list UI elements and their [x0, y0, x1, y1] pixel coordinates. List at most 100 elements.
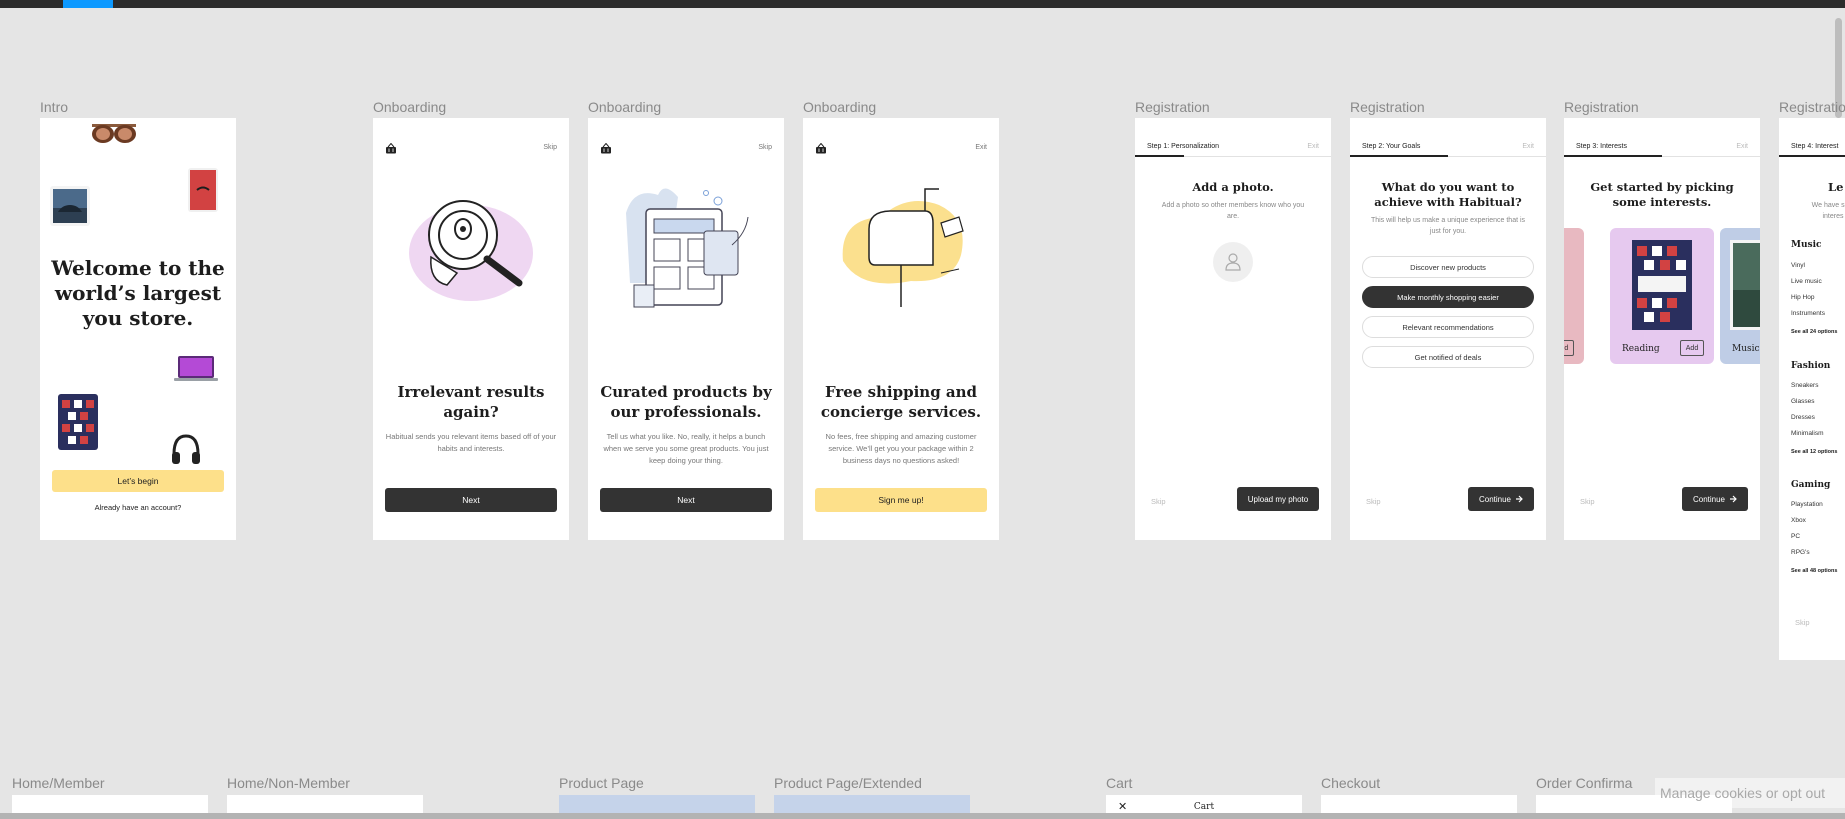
continue-button[interactable]: Continue — [1682, 487, 1748, 511]
frame-onboarding-1[interactable]: Skip Irrelevant results again? Habitual … — [373, 118, 569, 540]
frame-onboarding-3[interactable]: Exit Free shipping and concierge service… — [803, 118, 999, 540]
exit-link[interactable]: Exit — [1736, 143, 1748, 150]
frame-intro[interactable]: Welcome to the world’s largest you store… — [40, 118, 236, 540]
sunglasses-image — [92, 124, 136, 143]
category-item[interactable]: RPG's — [1791, 549, 1810, 556]
headphones-image — [172, 434, 200, 464]
registration-title: What do you want to achieve with Habitua… — [1374, 180, 1522, 209]
magnifier-illustration — [409, 200, 533, 301]
step-label: Step 4: Interest — [1791, 143, 1839, 150]
patterned-book-image — [58, 394, 98, 450]
skip-link[interactable]: Skip — [1366, 497, 1381, 506]
category-item[interactable]: Vinyl — [1791, 262, 1805, 269]
skip-link[interactable]: Skip — [1151, 497, 1166, 506]
frame-label-registration-4[interactable]: Registration — [1779, 99, 1845, 115]
toolbar — [0, 0, 1845, 8]
category-item[interactable]: Instruments — [1791, 310, 1825, 317]
see-all-link[interactable]: See all 12 options — [1791, 449, 1837, 455]
category-item[interactable]: Live music — [1791, 278, 1822, 285]
manage-cookies-label: Manage cookies or opt out — [1660, 785, 1825, 801]
continue-button[interactable]: Continue — [1468, 487, 1534, 511]
registration-subtitle: This will help us make a unique experien… — [1370, 217, 1526, 235]
add-photo-avatar[interactable] — [1213, 242, 1253, 282]
category-heading: Gaming — [1791, 480, 1831, 490]
laptop-image — [174, 356, 218, 381]
shopping-basket-icon — [601, 143, 611, 154]
frame-label-home-non-member[interactable]: Home/Non-Member — [227, 775, 350, 791]
upload-photo-button[interactable]: Upload my photo — [1237, 487, 1319, 511]
skip-link[interactable]: Skip — [1795, 618, 1810, 627]
interest-card-music[interactable]: Music — [1720, 228, 1760, 364]
frame-label-cart[interactable]: Cart — [1106, 775, 1132, 791]
category-heading: Music — [1791, 240, 1822, 250]
exit-link[interactable]: Exit — [1307, 143, 1319, 150]
skip-link[interactable]: Skip — [543, 144, 557, 151]
onboarding-title: Curated products by our professionals. — [600, 383, 772, 421]
category-item[interactable]: Hip Hop — [1791, 294, 1814, 301]
onboarding-body: Habitual sends you relevant items based … — [385, 432, 557, 453]
interest-name: Music — [1732, 344, 1760, 354]
user-placeholder-icon — [1225, 253, 1241, 271]
registration-subtitle: Add a photo so other members know who yo… — [1161, 202, 1305, 220]
step-progress — [1779, 155, 1845, 157]
frame-label-registration-3[interactable]: Registration — [1564, 99, 1639, 115]
skip-link[interactable]: Skip — [1580, 497, 1595, 506]
step-label: Step 2: Your Goals — [1362, 143, 1421, 150]
frame-label-home-member[interactable]: Home/Member — [12, 775, 105, 791]
exit-link[interactable]: Exit — [975, 144, 987, 151]
active-tab-indicator[interactable] — [63, 0, 113, 8]
category-item[interactable]: PC — [1791, 533, 1800, 540]
frame-label-product-page[interactable]: Product Page — [559, 775, 644, 791]
already-have-account-link[interactable]: Already have an account? — [40, 503, 236, 512]
interest-card[interactable]: Add — [1564, 228, 1584, 364]
next-button[interactable]: Next — [600, 488, 772, 512]
frame-label-order-confirmation[interactable]: Order Confirma — [1536, 775, 1632, 791]
goal-option-selected[interactable]: Make monthly shopping easier — [1362, 286, 1534, 308]
skip-link[interactable]: Skip — [758, 144, 772, 151]
add-interest-button[interactable]: Add — [1680, 340, 1704, 356]
category-heading: Fashion — [1791, 361, 1831, 371]
step-progress — [1350, 155, 1448, 157]
frame-label-onboarding-3[interactable]: Onboarding — [803, 99, 876, 115]
frame-label-product-page-extended[interactable]: Product Page/Extended — [774, 775, 922, 791]
manage-cookies-button[interactable]: Manage cookies or opt out — [1655, 778, 1845, 808]
frame-registration-3[interactable]: Step 3: Interests Exit Get started by pi… — [1564, 118, 1760, 540]
goal-option[interactable]: Get notified of deals — [1362, 346, 1534, 368]
category-item[interactable]: Minimalism — [1791, 430, 1824, 437]
interest-card-reading[interactable]: Reading Add — [1610, 228, 1714, 364]
goal-option[interactable]: Relevant recommendations — [1362, 316, 1534, 338]
see-all-link[interactable]: See all 48 options — [1791, 568, 1837, 574]
frame-label-checkout[interactable]: Checkout — [1321, 775, 1380, 791]
frame-label-registration-1[interactable]: Registration — [1135, 99, 1210, 115]
frame-registration-4[interactable]: Step 4: Interest Le We have som interes … — [1779, 118, 1845, 660]
onboarding-body: Tell us what you like. No, really, it he… — [603, 432, 769, 465]
step-label: Step 1: Personalization — [1147, 143, 1219, 150]
sign-me-up-button[interactable]: Sign me up! — [815, 488, 987, 512]
onboarding-body: No fees, free shipping and amazing custo… — [825, 432, 977, 465]
frame-registration-2[interactable]: Step 2: Your Goals Exit What do you want… — [1350, 118, 1546, 540]
frame-onboarding-2[interactable]: Skip Curated products by our professiona… — [588, 118, 784, 540]
continue-label: Continue — [1692, 494, 1726, 504]
category-item[interactable]: Playstation — [1791, 501, 1823, 508]
category-item[interactable]: Xbox — [1791, 517, 1806, 524]
horizontal-scrollbar[interactable] — [0, 813, 1845, 819]
frame-registration-1[interactable]: Step 1: Personalization Exit Add a photo… — [1135, 118, 1331, 540]
lets-begin-button[interactable]: Let’s begin — [52, 470, 224, 492]
interest-name: Reading — [1622, 344, 1660, 354]
frame-label-intro[interactable]: Intro — [40, 99, 68, 115]
goal-option[interactable]: Discover new products — [1362, 256, 1534, 278]
frame-label-registration-2[interactable]: Registration — [1350, 99, 1425, 115]
cart-title: Cart — [1193, 802, 1215, 812]
category-item[interactable]: Dresses — [1791, 414, 1815, 421]
category-item[interactable]: Sneakers — [1791, 382, 1818, 389]
exit-link[interactable]: Exit — [1522, 143, 1534, 150]
frame-label-onboarding-1[interactable]: Onboarding — [373, 99, 446, 115]
onboarding-title: Irrelevant results again? — [397, 383, 545, 421]
continue-label: Continue — [1478, 494, 1512, 504]
next-button[interactable]: Next — [385, 488, 557, 512]
see-all-link[interactable]: See all 24 options — [1791, 329, 1837, 335]
category-item[interactable]: Glasses — [1791, 398, 1814, 405]
frame-label-onboarding-2[interactable]: Onboarding — [588, 99, 661, 115]
onboarding-title: Free shipping and concierge services. — [820, 383, 982, 421]
add-interest-button[interactable]: Add — [1564, 340, 1574, 356]
